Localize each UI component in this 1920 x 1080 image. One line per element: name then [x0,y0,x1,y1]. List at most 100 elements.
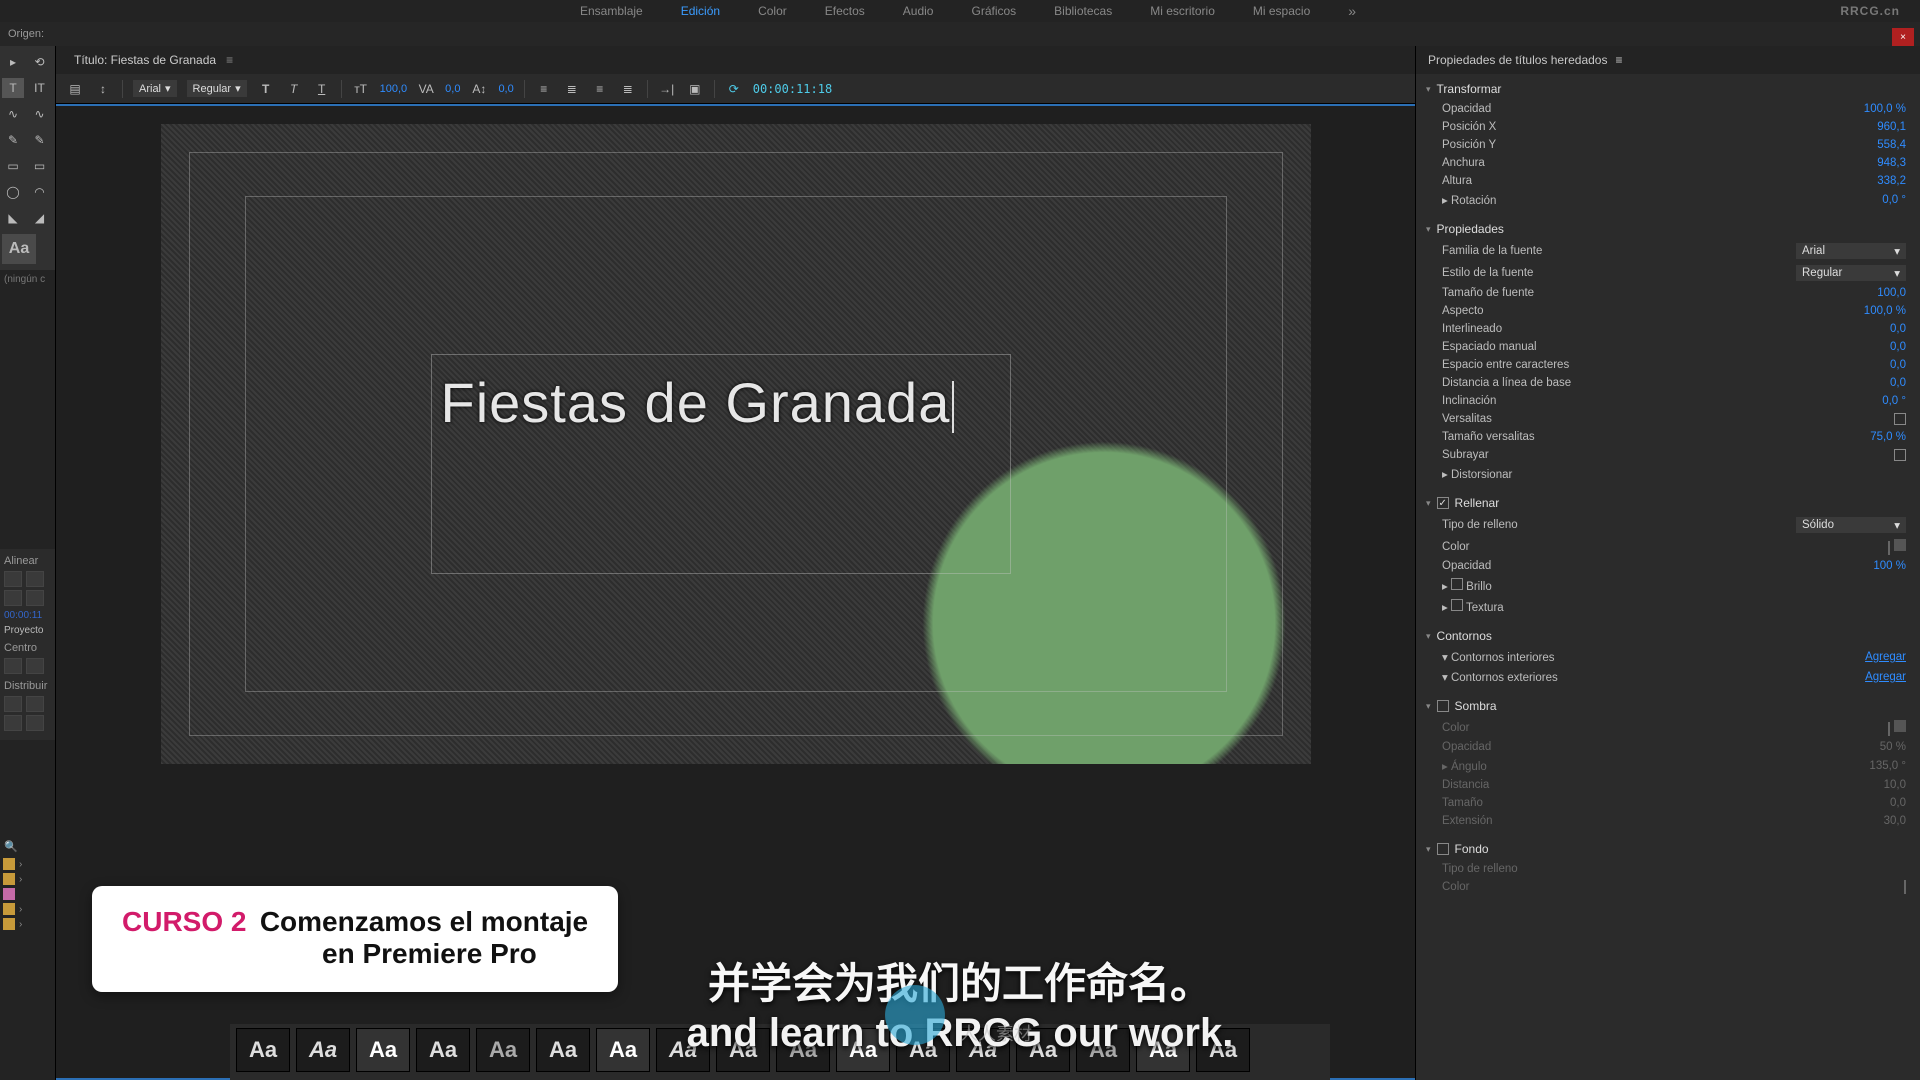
fill-color-swatch[interactable] [1888,541,1890,555]
val-opacidad[interactable]: 100,0 % [1864,103,1906,115]
val-espman[interactable]: 0,0 [1890,341,1906,353]
menu-mi-espacio[interactable]: Mi espacio [1253,4,1310,18]
sync-icon[interactable]: ⟳ [725,80,743,98]
chk-subrayar[interactable] [1894,449,1906,461]
vertical-path-type-icon[interactable]: ∿ [29,104,51,124]
val-inclinacion[interactable]: 0,0 ° [1882,395,1906,407]
menu-graficos[interactable]: Gráficos [971,4,1016,18]
align-right-icon[interactable] [4,590,22,606]
menu-mi-escritorio[interactable]: Mi escritorio [1150,4,1215,18]
italic-icon[interactable]: T [285,80,303,98]
chk-rellenar[interactable] [1437,497,1449,509]
distribute-3-icon[interactable] [4,715,22,731]
justify-text-icon[interactable]: ≣ [619,80,637,98]
underline-icon[interactable]: T [313,80,331,98]
wedge-tool-icon[interactable]: ◣ [2,208,24,228]
section-contornos[interactable]: ▾Contornos [1416,625,1920,647]
title-canvas[interactable]: Fiestas de Granada [161,124,1311,764]
align-left-text-icon[interactable]: ≡ [535,80,553,98]
align-right-text-icon[interactable]: ≡ [591,80,609,98]
sel-estilo[interactable]: Regular▾ [1796,265,1906,281]
bg-color-swatch[interactable] [1904,880,1906,894]
align-center-text-icon[interactable]: ≣ [563,80,581,98]
sel-tipo-relleno[interactable]: Sólido▾ [1796,517,1906,533]
chk-sombra[interactable] [1437,700,1449,712]
section-sombra[interactable]: ▾Sombra [1416,695,1920,717]
eyedropper-icon[interactable] [1894,720,1906,732]
bold-icon[interactable]: T [257,80,275,98]
eyedropper-icon[interactable] [1894,539,1906,551]
align-top-icon[interactable] [26,590,44,606]
styles-swatch-icon[interactable]: Aa [2,234,36,264]
type-tool-icon[interactable]: T [2,78,24,98]
section-fondo[interactable]: ▾Fondo [1416,838,1920,860]
val-altura[interactable]: 338,2 [1877,175,1906,187]
val-posy[interactable]: 558,4 [1877,139,1906,151]
chk-fondo[interactable] [1437,843,1449,855]
close-button[interactable]: × [1892,28,1914,46]
val-espcar[interactable]: 0,0 [1890,359,1906,371]
arc-tool-icon[interactable]: ◠ [29,182,51,202]
val-distbase[interactable]: 0,0 [1890,377,1906,389]
rect-tool-icon[interactable]: ▭ [2,156,24,176]
align-left-icon[interactable] [4,571,22,587]
leading-value[interactable]: 0,0 [498,83,513,95]
pen-tool-icon[interactable]: ✎ [2,130,24,150]
menu-ensamblaje[interactable]: Ensamblaje [580,4,643,18]
rotate-tool-icon[interactable]: ⟲ [29,52,51,72]
bin-swatch-2[interactable] [3,873,15,885]
menu-edicion[interactable]: Edición [681,4,720,18]
section-propiedades[interactable]: ▾Propiedades [1416,218,1920,240]
menu-audio[interactable]: Audio [903,4,934,18]
val-tam-versalitas[interactable]: 75,0 % [1870,431,1906,443]
val-aspecto[interactable]: 100,0 % [1864,305,1906,317]
title-text[interactable]: Fiestas de Granada [441,370,955,435]
bin-swatch-1[interactable] [3,858,15,870]
show-video-icon[interactable]: ▣ [686,80,704,98]
bin-swatch-5[interactable] [3,918,15,930]
btn-agregar-ext[interactable]: Agregar [1865,671,1906,683]
val-posx[interactable]: 960,1 [1877,121,1906,133]
sel-familia[interactable]: Arial▾ [1796,243,1906,259]
add-anchor-icon[interactable]: ✎ [29,130,51,150]
lbl-distorsionar[interactable]: ▸ Distorsionar [1442,467,1512,481]
selection-tool-icon[interactable]: ▸ [2,52,24,72]
panel-menu-icon[interactable]: ≡ [1615,53,1622,67]
title-templates-icon[interactable]: ▤ [66,80,84,98]
ellipse-tool-icon[interactable]: ◯ [2,182,24,202]
chk-versalitas[interactable] [1894,413,1906,425]
bin-swatch-4[interactable] [3,903,15,915]
kerning-value[interactable]: 0,0 [445,83,460,95]
section-transformar[interactable]: ▾Transformar [1416,78,1920,100]
toolbar-timecode[interactable]: 00:00:11:18 [753,82,832,96]
line-tool-icon[interactable]: ◢ [29,208,51,228]
val-anchura[interactable]: 948,3 [1877,157,1906,169]
section-rellenar[interactable]: ▾Rellenar [1416,492,1920,514]
font-size-value[interactable]: 100,0 [380,83,408,95]
tab-stops-icon[interactable]: →| [658,80,676,98]
val-fill-opacidad[interactable]: 100 % [1873,560,1906,572]
roll-crawl-icon[interactable]: ↕ [94,80,112,98]
vertical-type-tool-icon[interactable]: IT [29,78,51,98]
menu-efectos[interactable]: Efectos [825,4,865,18]
menu-overflow-icon[interactable]: » [1348,3,1356,19]
lbl-textura[interactable]: ▸ Textura [1442,599,1504,614]
distribute-h-icon[interactable] [4,696,22,712]
bin-swatch-3[interactable] [3,888,15,900]
panel-menu-icon[interactable]: ≡ [226,53,233,67]
path-type-tool-icon[interactable]: ∿ [2,104,24,124]
distribute-v-icon[interactable] [26,696,44,712]
btn-agregar-int[interactable]: Agregar [1865,651,1906,663]
menu-bibliotecas[interactable]: Bibliotecas [1054,4,1112,18]
val-tamfuente[interactable]: 100,0 [1877,287,1906,299]
lbl-brillo[interactable]: ▸ Brillo [1442,578,1492,593]
center-v-icon[interactable] [26,658,44,674]
val-rotacion[interactable]: 0,0 ° [1882,194,1906,206]
shadow-color-swatch[interactable] [1888,722,1890,736]
menu-color[interactable]: Color [758,4,787,18]
title-tab-label[interactable]: Título: Fiestas de Granada [74,53,216,67]
font-style-select[interactable]: Regular▾ [187,80,247,97]
distribute-4-icon[interactable] [26,715,44,731]
font-family-select[interactable]: Arial▾ [133,80,177,97]
center-h-icon[interactable] [4,658,22,674]
